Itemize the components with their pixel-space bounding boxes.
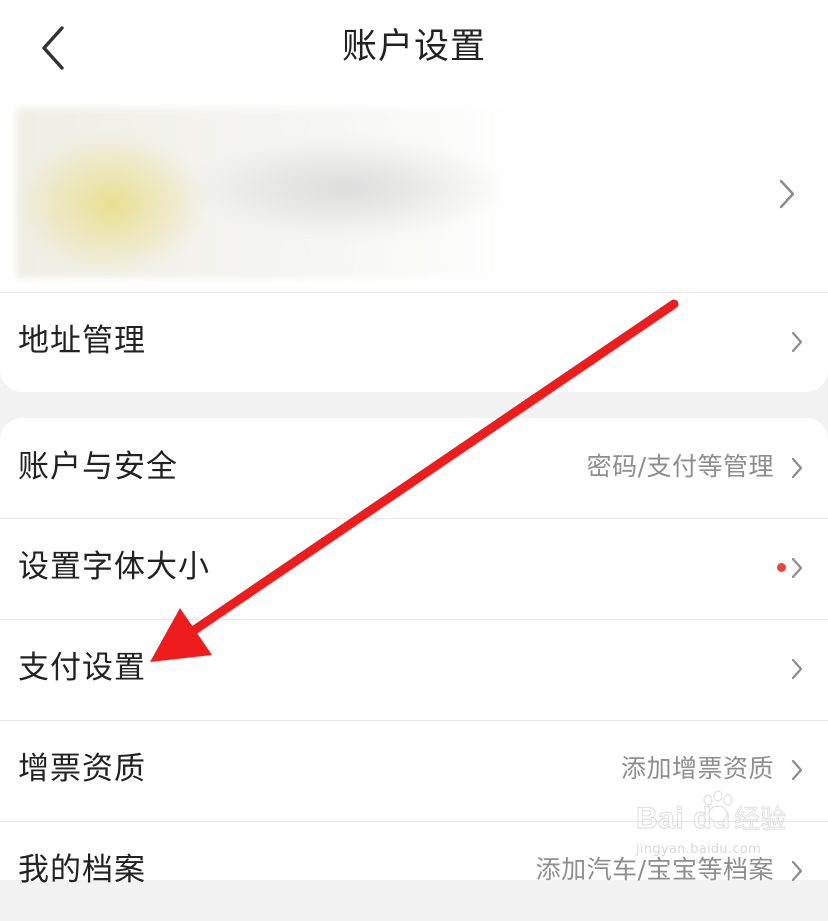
profile-card: 地址管理 bbox=[0, 96, 828, 392]
chevron-right-icon bbox=[790, 860, 804, 882]
divider bbox=[0, 292, 828, 293]
row-value: 添加汽车/宝宝等档案 bbox=[535, 855, 774, 884]
chevron-right-icon bbox=[790, 331, 804, 353]
divider bbox=[0, 619, 828, 620]
divider bbox=[0, 518, 828, 519]
page-title: 账户设置 bbox=[341, 27, 486, 67]
row-label: 支付设置 bbox=[18, 650, 146, 686]
chevron-right-icon bbox=[790, 658, 804, 680]
settings-card: 账户与安全 密码/支付等管理 设置字体大小 支付设置 增票资质 添加增票资质 我… bbox=[0, 418, 828, 888]
notification-dot bbox=[777, 563, 786, 572]
row-label: 增票资质 bbox=[18, 751, 146, 787]
account-security-row[interactable]: 账户与安全 密码/支付等管理 bbox=[0, 418, 828, 518]
row-value: 密码/支付等管理 bbox=[586, 452, 774, 481]
row-label: 账户与安全 bbox=[18, 449, 178, 485]
row-value: 添加增票资质 bbox=[620, 754, 774, 783]
vat-invoice-qualification-row[interactable]: 增票资质 添加增票资质 bbox=[0, 720, 828, 820]
row-label: 地址管理 bbox=[18, 323, 146, 359]
divider bbox=[0, 720, 828, 721]
row-label: 设置字体大小 bbox=[18, 549, 210, 585]
blurred-profile-info bbox=[16, 108, 536, 278]
payment-settings-row[interactable]: 支付设置 bbox=[0, 619, 828, 719]
header: 账户设置 bbox=[0, 0, 828, 96]
chevron-right-icon bbox=[790, 557, 804, 579]
divider bbox=[0, 821, 828, 822]
chevron-right-icon bbox=[778, 179, 796, 209]
row-label: 我的档案 bbox=[18, 852, 146, 888]
font-size-row[interactable]: 设置字体大小 bbox=[0, 518, 828, 618]
address-management-row[interactable]: 地址管理 bbox=[0, 292, 828, 392]
chevron-right-icon bbox=[790, 457, 804, 479]
profile-row[interactable] bbox=[0, 96, 828, 292]
chevron-right-icon bbox=[790, 759, 804, 781]
my-profile-archive-row[interactable]: 我的档案 添加汽车/宝宝等档案 bbox=[0, 821, 828, 921]
